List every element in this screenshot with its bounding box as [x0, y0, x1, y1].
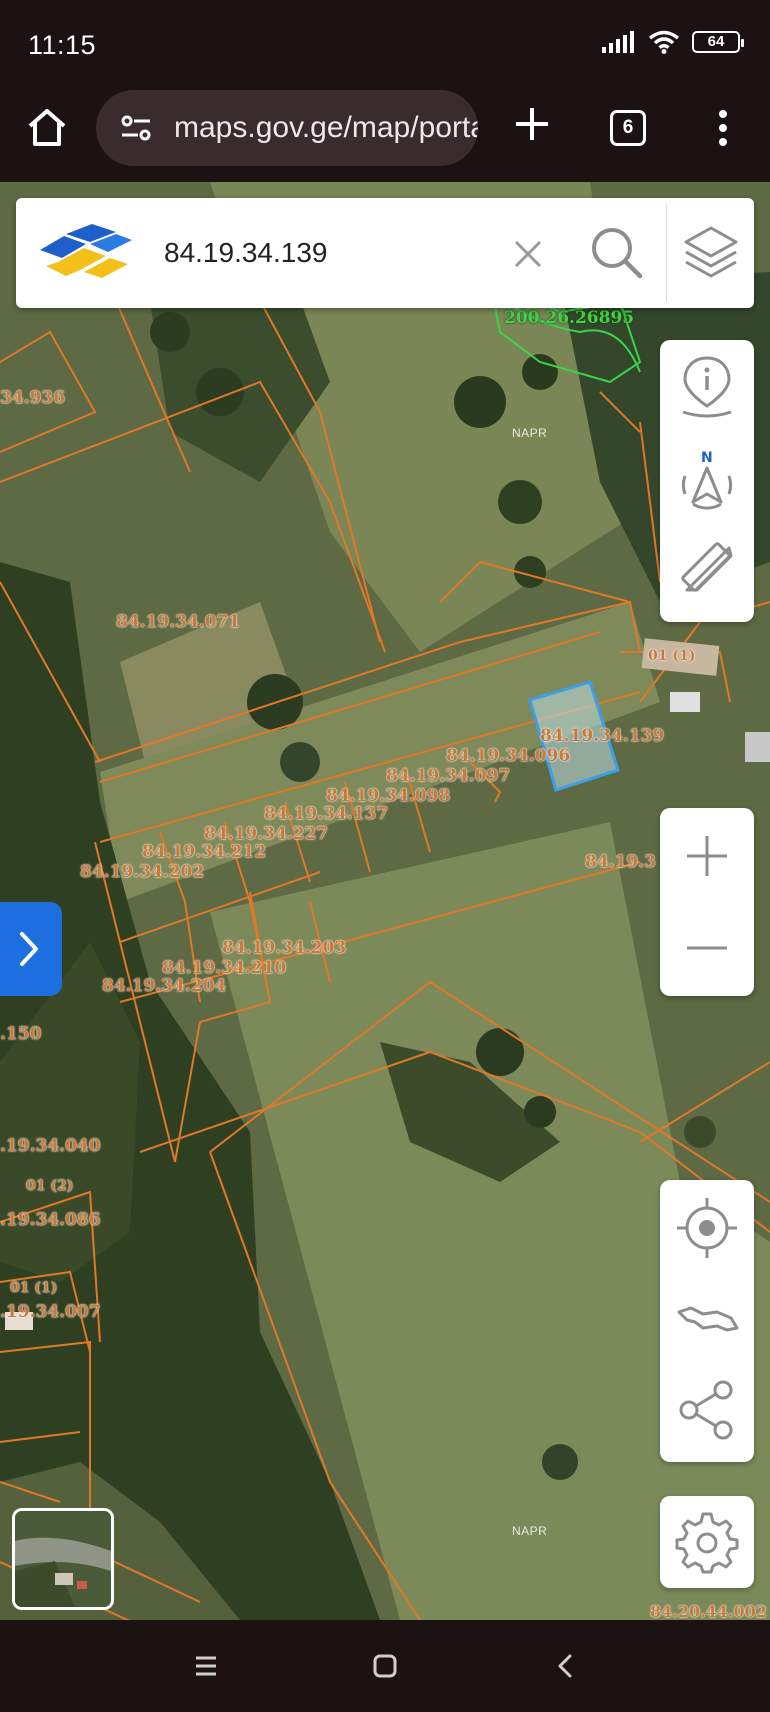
system-nav-bar — [0, 1620, 770, 1712]
status-bar: 11:15 64 — [0, 0, 770, 90]
parcel-label-selected[interactable]: 84.19.34.139 — [540, 726, 664, 746]
parcel-label[interactable]: 84.19.34.137 — [264, 804, 388, 824]
signal-icon — [602, 31, 634, 53]
back-icon[interactable] — [546, 1646, 586, 1686]
parcel-label[interactable]: 84.19.34.097 — [386, 766, 510, 786]
share-icon[interactable] — [673, 1376, 741, 1444]
parcel-label[interactable]: 84.19.34.227 — [204, 824, 328, 844]
home-nav-icon[interactable] — [365, 1646, 405, 1686]
building-label[interactable]: 01 (1) — [648, 648, 695, 664]
settings-panel — [660, 1496, 754, 1588]
parcel-label[interactable]: .150 — [0, 1024, 41, 1044]
status-icons: 64 — [602, 30, 744, 54]
parcel-label[interactable]: 34.936 — [0, 388, 65, 408]
search-icon[interactable] — [588, 224, 644, 280]
parcel-label[interactable]: 84.19.34.096 — [446, 746, 570, 766]
side-panel-toggle[interactable] — [0, 902, 62, 996]
basemap-preview — [15, 1511, 111, 1607]
parcel-label[interactable]: 84.19.34.071 — [116, 612, 240, 632]
map-view[interactable]: 34.936 84.19.34.071 84.19.34.139 84.19.3… — [0, 182, 770, 1620]
parcel-label[interactable]: 84.19.34.210 — [162, 958, 286, 978]
georgia-map-icon[interactable] — [673, 1286, 741, 1354]
parcel-label[interactable]: 84.19.34.204 — [102, 976, 226, 996]
napr-logo — [40, 224, 132, 278]
parcel-label[interactable]: 84.19.3 — [585, 852, 656, 872]
browser-toolbar: maps.gov.ge/map/portal 6 — [0, 90, 770, 182]
map-tools-panel: N — [660, 340, 754, 622]
home-icon[interactable] — [24, 104, 70, 150]
settings-icon[interactable] — [673, 1508, 741, 1576]
status-time: 11:15 — [28, 30, 97, 60]
parcel-label[interactable]: 84.20.44.002 — [650, 1602, 767, 1620]
parcel-label[interactable]: 84.19.34.202 — [80, 862, 204, 882]
site-settings-icon[interactable] — [118, 110, 154, 146]
layers-icon[interactable] — [680, 222, 742, 284]
recent-apps-icon[interactable] — [186, 1646, 226, 1686]
parcel-label[interactable]: .19.34.086 — [0, 1210, 101, 1230]
satellite-imagery — [0, 182, 770, 1620]
chevron-right-icon — [20, 932, 38, 966]
parcel-label[interactable]: 84.19.34.203 — [222, 938, 346, 958]
phone-screen: 11:15 64 maps.gov.ge/map/portal 6 34.936… — [0, 0, 770, 1712]
url-text: maps.gov.ge/map/portal — [174, 111, 478, 144]
measure-tool-icon[interactable] — [673, 536, 741, 604]
wifi-icon — [648, 30, 680, 54]
napr-watermark: NAPR — [512, 1524, 548, 1538]
parcel-label[interactable]: 84.19.34.098 — [326, 786, 450, 806]
compass-north-icon[interactable]: N — [673, 446, 741, 514]
compass-label: N — [701, 450, 713, 466]
tab-switcher-button[interactable]: 6 — [610, 110, 646, 146]
parcel-search-input[interactable] — [164, 228, 484, 278]
zoom-in-icon[interactable] — [673, 822, 741, 890]
address-bar[interactable]: maps.gov.ge/map/portal — [96, 90, 478, 166]
plus-icon[interactable] — [510, 102, 554, 146]
search-divider — [666, 204, 667, 302]
info-location-icon[interactable] — [673, 354, 741, 422]
napr-watermark: NAPR — [512, 426, 548, 440]
parcel-label[interactable]: .19.34.007 — [0, 1302, 101, 1322]
parcel-label[interactable]: .19.34.040 — [0, 1136, 101, 1156]
battery-icon: 64 — [692, 31, 744, 53]
protected-area-label[interactable]: 200.26.26895 — [504, 308, 634, 328]
search-card — [16, 198, 754, 308]
basemap-thumbnail[interactable] — [12, 1508, 114, 1610]
zoom-controls — [660, 808, 754, 996]
more-vert-icon[interactable] — [708, 106, 738, 150]
building-label[interactable]: 01 (2) — [26, 1178, 73, 1194]
close-icon[interactable] — [506, 232, 550, 276]
building-label[interactable]: 01 (1) — [10, 1280, 57, 1296]
location-panel — [660, 1180, 754, 1462]
zoom-out-icon[interactable] — [673, 914, 741, 982]
parcel-label[interactable]: 84.19.34.212 — [142, 842, 266, 862]
my-location-icon[interactable] — [673, 1194, 741, 1262]
